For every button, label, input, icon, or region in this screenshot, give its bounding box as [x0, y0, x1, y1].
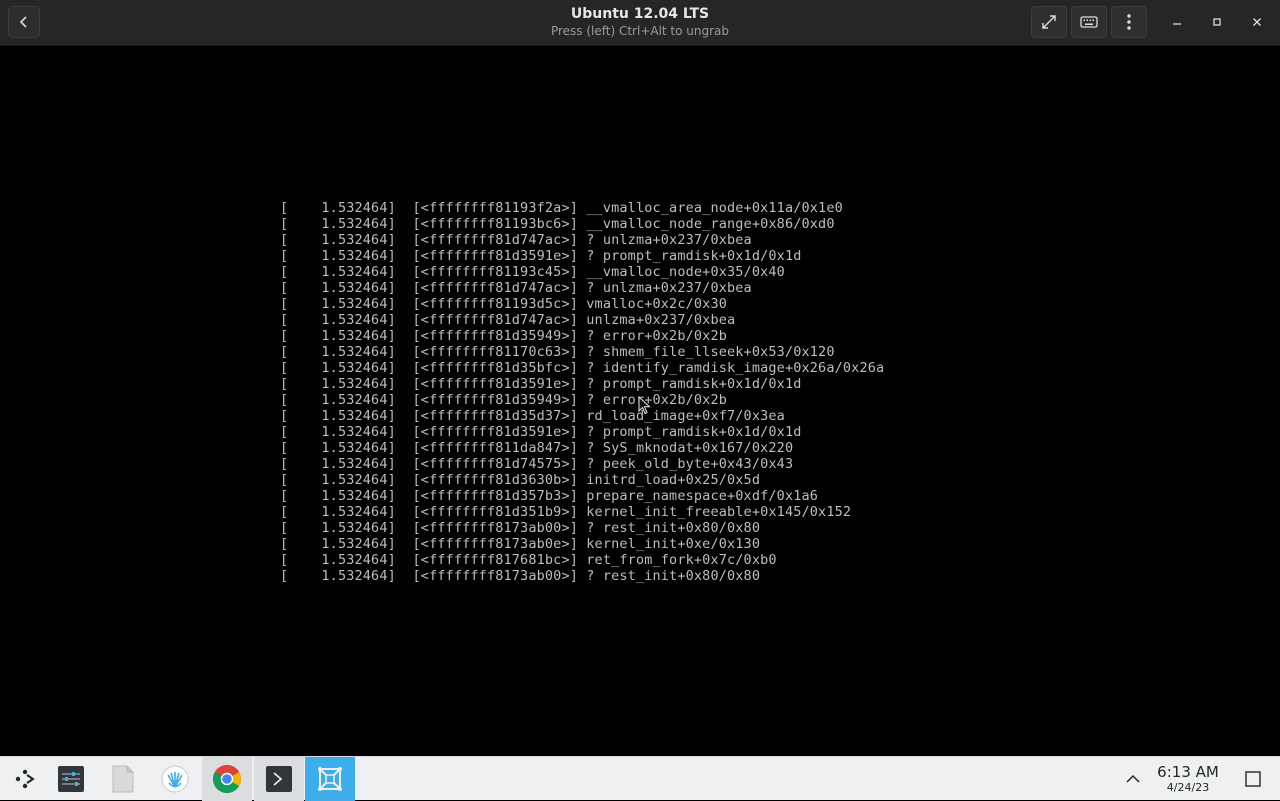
maximize-button[interactable]: [1206, 11, 1228, 33]
log-line: [ 1.532464] [<ffffffff817681bc>] ret_fro…: [280, 552, 777, 568]
log-line: [ 1.532464] [<ffffffff811da847>] ? SyS_m…: [280, 440, 794, 456]
taskbar-chrome[interactable]: [202, 757, 252, 801]
keyboard-button[interactable]: [1071, 6, 1107, 38]
log-line: [ 1.532464] [<ffffffff81d351b9>] kernel_…: [280, 504, 852, 520]
maximize-icon: [1213, 18, 1221, 26]
log-line: [ 1.532464] [<ffffffff81d747ac>] ? unlzm…: [280, 232, 752, 248]
launcher-icon: [15, 769, 35, 789]
log-line: [ 1.532464] [<ffffffff8173ab00>] ? rest_…: [280, 520, 761, 536]
minimize-button[interactable]: [1166, 11, 1188, 33]
application-launcher-button[interactable]: [0, 757, 50, 801]
chevron-left-icon: [19, 16, 27, 28]
log-line: [ 1.532464] [<ffffffff8173ab0e>] kernel_…: [280, 536, 761, 552]
mouse-pointer-icon: [638, 396, 651, 415]
show-desktop-icon: [1245, 771, 1261, 787]
back-button[interactable]: [8, 6, 40, 38]
window-title-area: Ubuntu 12.04 LTS Press (left) Ctrl+Alt t…: [440, 5, 840, 40]
clock-time: 6:13 AM: [1157, 763, 1219, 781]
shell-icon: [161, 765, 189, 793]
log-line: [ 1.532464] [<ffffffff81d3630b>] initrd_…: [280, 472, 761, 488]
keyboard-icon: [1080, 16, 1098, 28]
settings-sliders-icon: [58, 766, 84, 792]
taskbar-terminal[interactable]: [254, 757, 304, 801]
log-line: [ 1.532464] [<ffffffff81193c45>] __vmall…: [280, 264, 785, 280]
show-desktop-button[interactable]: [1243, 769, 1263, 789]
log-line: [ 1.532464] [<ffffffff81d3591e>] ? promp…: [280, 424, 802, 440]
taskbar-app-store[interactable]: [150, 757, 200, 801]
vm-icon: [318, 767, 342, 791]
log-line: [ 1.532464] [<ffffffff81170c63>] ? shmem…: [280, 344, 835, 360]
log-line: [ 1.532464] [<ffffffff81d747ac>] unlzma+…: [280, 312, 736, 328]
log-line: [ 1.532464] [<ffffffff81d3591e>] ? promp…: [280, 248, 802, 264]
kebab-menu-icon: [1127, 14, 1131, 30]
log-line: [ 1.532464] [<ffffffff81d747ac>] ? unlzm…: [280, 280, 752, 296]
close-icon: [1253, 18, 1261, 26]
log-line: [ 1.532464] [<ffffffff81193f2a>] __vmall…: [280, 200, 843, 216]
log-line: [ 1.532464] [<ffffffff81d357b3>] prepare…: [280, 488, 819, 504]
fullscreen-button[interactable]: [1031, 6, 1067, 38]
log-line: [ 1.532464] [<ffffffff81d35949>] ? error…: [280, 392, 727, 408]
vm-console-screen[interactable]: [ 1.532464] [<ffffffff81193f2a>] __vmall…: [0, 46, 1280, 756]
taskbar: 6:13 AM 4/24/23: [0, 756, 1280, 801]
window-subtitle: Press (left) Ctrl+Alt to ungrab: [550, 24, 730, 38]
window-titlebar: Ubuntu 12.04 LTS Press (left) Ctrl+Alt t…: [0, 0, 1280, 46]
digital-clock[interactable]: 6:13 AM 4/24/23: [1150, 763, 1226, 795]
minimize-icon: [1173, 23, 1181, 25]
file-icon: [112, 765, 134, 793]
log-line: [ 1.532464] [<ffffffff81d35d37>] rd_load…: [280, 408, 785, 424]
log-line: [ 1.532464] [<ffffffff81d35949>] ? error…: [280, 328, 727, 344]
taskbar-virtual-machine[interactable]: [305, 757, 355, 801]
clock-date: 4/24/23: [1166, 781, 1210, 794]
window-title: Ubuntu 12.04 LTS: [570, 6, 710, 22]
menu-button[interactable]: [1111, 6, 1147, 38]
chevron-up-icon: [1126, 774, 1140, 783]
log-line: [ 1.532464] [<ffffffff81d74575>] ? peek_…: [280, 456, 794, 472]
kernel-log: [ 1.532464] [<ffffffff81193f2a>] __vmall…: [280, 200, 884, 584]
system-tray-expand-button[interactable]: [1123, 769, 1143, 789]
log-line: [ 1.532464] [<ffffffff81d35bfc>] ? ident…: [280, 360, 885, 376]
taskbar-file-manager[interactable]: [98, 757, 148, 801]
expand-icon: [1042, 15, 1056, 29]
log-line: [ 1.532464] [<ffffffff81d3591e>] ? promp…: [280, 376, 802, 392]
chrome-icon: [213, 765, 241, 793]
close-button[interactable]: [1246, 11, 1268, 33]
log-line: [ 1.532464] [<ffffffff8173ab00>] ? rest_…: [280, 568, 761, 584]
terminal-icon: [266, 766, 292, 792]
log-line: [ 1.532464] [<ffffffff81193bc6>] __vmall…: [280, 216, 835, 232]
taskbar-system-settings[interactable]: [46, 757, 96, 801]
log-line: [ 1.532464] [<ffffffff81193d5c>] vmalloc…: [280, 296, 727, 312]
